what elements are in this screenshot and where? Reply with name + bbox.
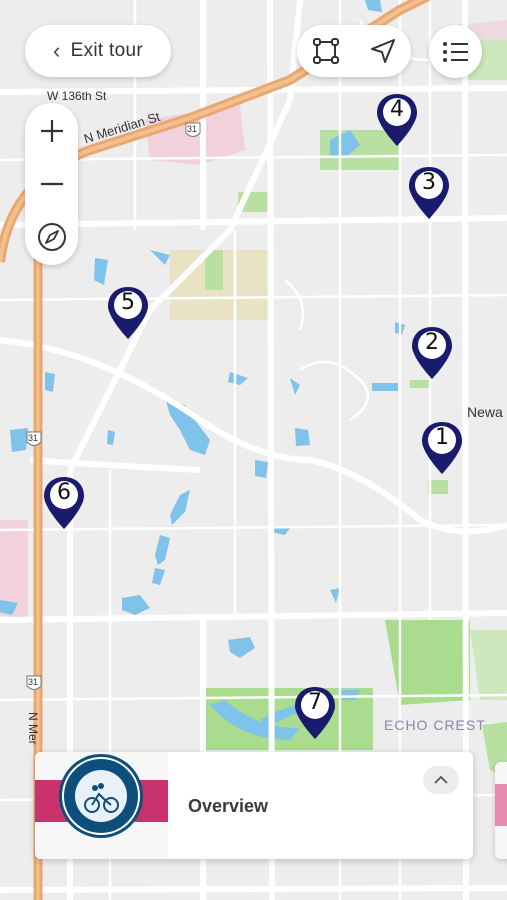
compass-icon: [37, 223, 66, 251]
map-pin-4[interactable]: 4: [375, 92, 419, 148]
map-pin-2[interactable]: 2: [410, 325, 454, 381]
compass-button[interactable]: [25, 212, 78, 262]
card-title: Overview: [188, 796, 269, 816]
bikeway-logo: [35, 752, 168, 859]
list-icon: [442, 41, 468, 62]
us31-label-b: 31: [28, 433, 39, 443]
us31-label-c: 31: [28, 677, 39, 687]
pin-number: 5: [121, 290, 135, 315]
plus-icon: [40, 120, 63, 142]
next-card-thumb: [495, 762, 507, 859]
street-label-w-136th: W 136th St: [47, 89, 107, 103]
map-pin-6[interactable]: 6: [42, 475, 86, 531]
map-pin-1[interactable]: 1: [420, 420, 464, 476]
map-tools-group: [297, 25, 411, 77]
chevron-up-icon: [434, 775, 448, 784]
us31-label-a: 31: [187, 124, 198, 134]
map-pin-7[interactable]: 7: [293, 685, 337, 741]
pin-number: 2: [425, 330, 439, 355]
exit-tour-button[interactable]: ‹ Exit tour: [25, 25, 171, 77]
collapse-button[interactable]: [423, 766, 459, 794]
pin-number: 1: [435, 425, 449, 450]
street-label-n-meridian-vertical: N Mer: [26, 712, 40, 745]
place-label-newark: Newa: [467, 404, 503, 420]
zoom-controls: [25, 103, 78, 265]
pin-number: 6: [57, 480, 71, 505]
chevron-left-icon: ‹: [52, 38, 61, 63]
zoom-out-button[interactable]: [25, 159, 78, 209]
map-pin-3[interactable]: 3: [407, 165, 451, 221]
tour-overview-card[interactable]: Overview: [35, 752, 473, 859]
select-area-icon[interactable]: [312, 37, 340, 65]
map-pin-5[interactable]: 5: [106, 285, 150, 341]
minus-icon: [40, 182, 63, 186]
exit-tour-label: Exit tour: [70, 40, 144, 61]
next-card-peek[interactable]: [495, 762, 507, 859]
list-menu-button[interactable]: [429, 25, 482, 78]
pin-number: 7: [308, 690, 322, 715]
pin-number: 4: [390, 97, 404, 122]
locate-me-icon[interactable]: [369, 37, 397, 65]
place-label-echo-crest: ECHO CREST: [384, 717, 486, 733]
zoom-in-button[interactable]: [25, 106, 78, 156]
pin-number: 3: [422, 170, 436, 195]
